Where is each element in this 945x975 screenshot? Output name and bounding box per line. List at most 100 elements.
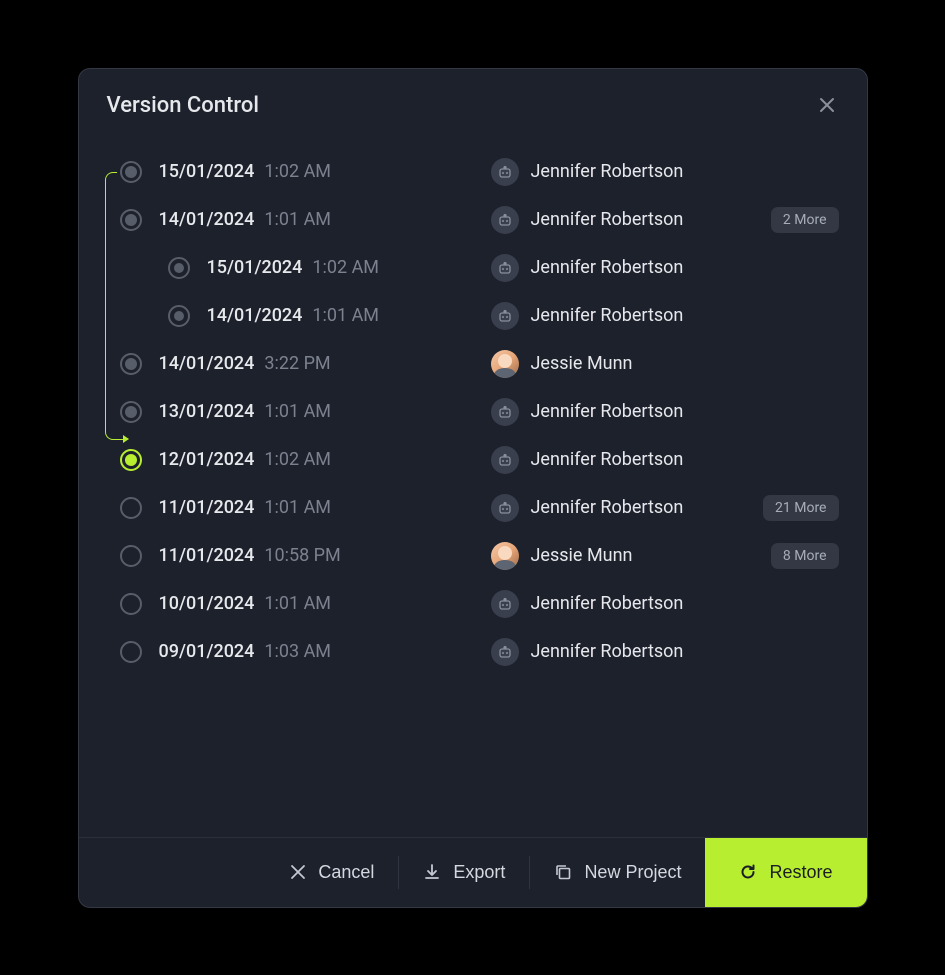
version-row[interactable]: 14/01/20241:01 AMJennifer Robertson: [101, 292, 839, 340]
marker-column: [117, 401, 145, 423]
marker-dot: [174, 263, 184, 273]
version-row[interactable]: 11/01/202410:58 PMJessie Munn8 More: [101, 532, 839, 580]
version-time: 1:01 AM: [312, 305, 379, 326]
version-row[interactable]: 11/01/2024 1:01 AM Jennifer Robertson 21 Mo…: [101, 484, 839, 532]
version-date: 13/01/2024: [159, 401, 255, 422]
marker-column: [117, 593, 145, 615]
version-marker[interactable]: [120, 161, 142, 183]
version-row[interactable]: 14/01/20243:22 PMJessie Munn: [101, 340, 839, 388]
bot-icon: [491, 446, 519, 474]
bot-icon: [491, 590, 519, 618]
bot-icon: [491, 158, 519, 186]
download-icon: [423, 863, 441, 881]
restore-button[interactable]: Restore: [705, 838, 866, 907]
version-date: 14/01/2024: [159, 209, 255, 230]
marker-column: [117, 641, 145, 663]
author-column: Jennifer Robertson: [491, 302, 684, 330]
marker-dot: [125, 406, 137, 418]
author-name: Jennifer Robertson: [531, 449, 684, 470]
version-row[interactable]: 15/01/2024 1:02 AM Jennifer Robertson: [101, 148, 839, 196]
more-badge[interactable]: 21 More: [763, 495, 838, 521]
bot-icon: [491, 302, 519, 330]
marker-column: [117, 209, 145, 231]
marker-column: [165, 305, 193, 327]
restore-label: Restore: [769, 862, 832, 883]
version-row[interactable]: 12/01/2024 1:02 AM Jennifer Robertson: [101, 436, 839, 484]
dialog-header: Version Control: [79, 69, 867, 128]
marker-dot: [125, 214, 137, 226]
version-time: 1:01 AM: [264, 593, 331, 614]
version-marker[interactable]: [120, 449, 142, 471]
more-badge[interactable]: 8 More: [771, 543, 839, 569]
bot-icon: [491, 638, 519, 666]
version-date: 12/01/2024: [159, 449, 255, 470]
author-name: Jessie Munn: [531, 353, 633, 374]
version-time: 1:01 AM: [264, 209, 331, 230]
version-marker[interactable]: [120, 545, 142, 567]
version-marker[interactable]: [120, 209, 142, 231]
marker-column: [165, 257, 193, 279]
author-column: Jennifer Robertson: [491, 206, 684, 234]
marker-dot: [125, 166, 137, 178]
avatar: [491, 350, 519, 378]
version-row[interactable]: 15/01/20241:02 AMJennifer Robertson: [101, 244, 839, 292]
avatar: [491, 542, 519, 570]
more-badge[interactable]: 2 More: [771, 207, 839, 233]
author-column: Jennifer Robertson: [491, 158, 684, 186]
version-marker[interactable]: [168, 305, 190, 327]
version-time: 1:01 AM: [264, 497, 331, 518]
marker-column: [117, 545, 145, 567]
version-time: 1:03 AM: [264, 641, 331, 662]
version-marker[interactable]: [120, 353, 142, 375]
cancel-label: Cancel: [318, 862, 374, 883]
export-label: Export: [453, 862, 505, 883]
version-marker[interactable]: [120, 401, 142, 423]
version-marker[interactable]: [120, 641, 142, 663]
version-marker[interactable]: [168, 257, 190, 279]
cancel-button[interactable]: Cancel: [266, 838, 398, 907]
version-date: 11/01/2024: [159, 545, 255, 566]
author-column: Jennifer Robertson: [491, 494, 684, 522]
version-row[interactable]: 09/01/20241:03 AMJennifer Robertson: [101, 628, 839, 676]
version-marker[interactable]: [120, 497, 142, 519]
new-project-label: New Project: [584, 862, 681, 883]
marker-dot: [174, 311, 184, 321]
dialog-title: Version Control: [107, 93, 259, 118]
author-name: Jennifer Robertson: [531, 401, 684, 422]
marker-column: [117, 497, 145, 519]
version-marker[interactable]: [120, 593, 142, 615]
version-date: 10/01/2024: [159, 593, 255, 614]
author-column: Jennifer Robertson: [491, 638, 684, 666]
version-date: 15/01/2024: [159, 161, 255, 182]
marker-column: [117, 449, 145, 471]
version-time: 1:02 AM: [312, 257, 379, 278]
version-date: 11/01/2024: [159, 497, 255, 518]
version-time: 1:02 AM: [264, 161, 331, 182]
new-project-button[interactable]: New Project: [530, 838, 705, 907]
close-button[interactable]: [815, 93, 839, 117]
export-button[interactable]: Export: [399, 838, 529, 907]
author-column: Jennifer Robertson: [491, 590, 684, 618]
version-row[interactable]: 13/01/2024 1:01 AM Jennifer Robertson: [101, 388, 839, 436]
bot-icon: [491, 254, 519, 282]
author-column: Jennifer Robertson: [491, 446, 684, 474]
author-name: Jennifer Robertson: [531, 497, 684, 518]
author-name: Jennifer Robertson: [531, 593, 684, 614]
version-time: 1:02 AM: [264, 449, 331, 470]
version-control-dialog: Version Control 15/01/2024 1:02 AM Jennife…: [78, 68, 868, 908]
author-name: Jennifer Robertson: [531, 305, 684, 326]
marker-column: [117, 353, 145, 375]
bot-icon: [491, 494, 519, 522]
version-time: 1:01 AM: [264, 401, 331, 422]
version-list: 15/01/20241:02 AMJennifer Robertson14/01…: [79, 128, 867, 837]
author-name: Jennifer Robertson: [531, 641, 684, 662]
bot-icon: [491, 206, 519, 234]
author-name: Jennifer Robertson: [531, 257, 684, 278]
dialog-footer: Cancel Export New Project Restore: [79, 837, 867, 907]
author-column: Jennifer Robertson: [491, 398, 684, 426]
version-row[interactable]: 10/01/2024 1:01 AM Jennifer Robertson: [101, 580, 839, 628]
version-row[interactable]: 14/01/2024 1:01 AM Jennifer Robertson 2 Mor…: [101, 196, 839, 244]
author-column: Jennifer Robertson: [491, 254, 684, 282]
author-name: Jessie Munn: [531, 545, 633, 566]
author-name: Jennifer Robertson: [531, 209, 684, 230]
